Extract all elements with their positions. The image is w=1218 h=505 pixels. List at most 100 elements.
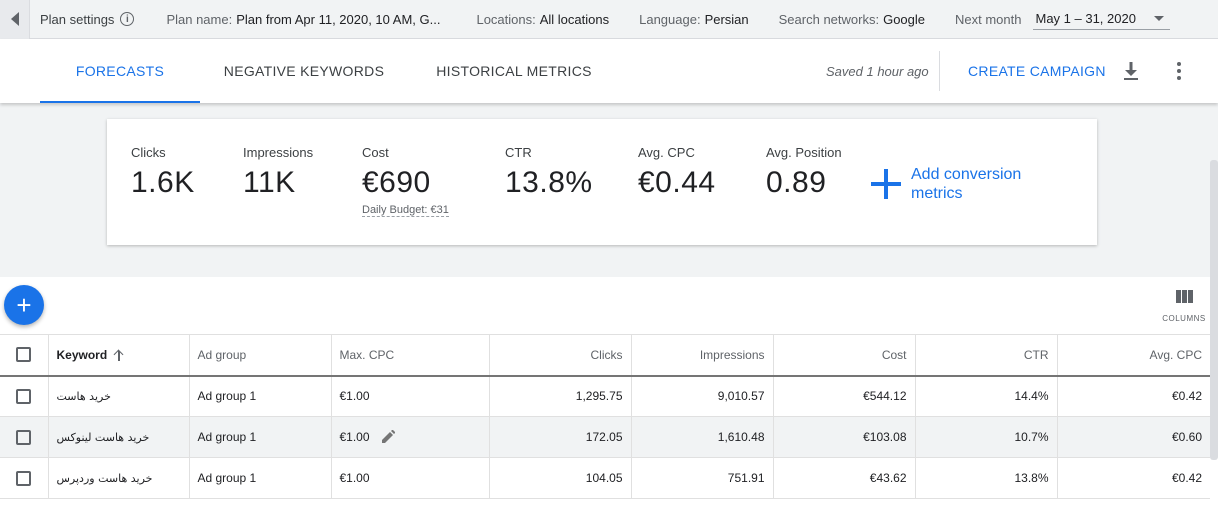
row-checkbox[interactable] (16, 388, 32, 404)
dropdown-caret-icon (1154, 16, 1165, 21)
column-header-max-cpc[interactable]: Max. CPC (331, 334, 490, 376)
info-icon[interactable]: i (120, 12, 135, 26)
add-conversion-line2: metrics (911, 185, 963, 202)
metric-value: €690 (362, 166, 431, 199)
row-select-cell (0, 457, 49, 499)
ad-group-cell: Ad group 1 (189, 375, 332, 417)
ad-group-cell: Ad group 1 (189, 457, 332, 499)
create-campaign-button[interactable]: CREATE CAMPAIGN (958, 59, 1116, 83)
table-row: خرید هاست Ad group 1 €1.00 1,295.75 9,01… (0, 375, 1210, 417)
locations-value: All locations (539, 11, 610, 27)
keyword-cell: خرید هاست (48, 375, 190, 417)
ctr-cell: 14.4% (915, 375, 1058, 417)
metric-avg-position: Avg. Position 0.89 (766, 145, 842, 200)
keyword-forecast-table: Keyword Ad group Max. CPC Clicks Impress… (0, 334, 1210, 499)
max-cpc-cell[interactable]: €1.00 (331, 375, 490, 417)
forecast-summary-card: Clicks 1.6K Impressions 11K Cost €690 Da… (107, 119, 1097, 245)
plan-settings[interactable]: Plan settings i (40, 12, 135, 27)
keyword-text: خرید هاست وردپرس (56, 472, 153, 485)
summary-area: Clicks 1.6K Impressions 11K Cost €690 Da… (0, 103, 1218, 277)
locations-setting[interactable]: Locations: All locations (476, 12, 609, 27)
cost-cell: €544.12 (773, 375, 916, 417)
plan-settings-bar: Plan settings i Plan name: Plan from Apr… (0, 0, 1218, 39)
locations-label: Locations: (476, 11, 536, 27)
add-fab-icon: + (16, 290, 32, 320)
metric-label: Cost (362, 145, 389, 160)
ad-group-cell: Ad group 1 (189, 416, 332, 458)
cost-cell: €103.08 (773, 416, 916, 458)
row-checkbox[interactable] (16, 470, 32, 486)
select-all-checkbox[interactable] (16, 347, 32, 363)
avg-cpc-cell: €0.60 (1171, 430, 1202, 444)
more-vert-icon[interactable] (1170, 61, 1188, 81)
date-range-setting: Next month May 1 – 31, 2020 (955, 8, 1171, 30)
metric-value: 13.8% (505, 166, 593, 199)
tab-historical-metrics[interactable]: HISTORICAL METRICS (424, 39, 604, 103)
metric-clicks: Clicks 1.6K (131, 145, 195, 200)
impressions-cell: 751.91 (631, 457, 774, 499)
metric-impressions: Impressions 11K (243, 145, 313, 200)
search-networks-label: Search networks: (778, 11, 880, 27)
column-header-keyword[interactable]: Keyword (48, 334, 190, 376)
avg-cpc-cell: €0.42 (1171, 389, 1202, 404)
column-header-clicks[interactable]: Clicks (489, 334, 632, 376)
tab-negative-keywords[interactable]: NEGATIVE KEYWORDS (214, 39, 394, 103)
add-keyword-button[interactable]: + (4, 285, 44, 325)
vertical-scrollbar[interactable] (1210, 160, 1218, 460)
select-all-cell (0, 334, 49, 376)
row-select-cell (0, 375, 49, 417)
pencil-icon[interactable] (381, 430, 395, 444)
row-checkbox[interactable] (16, 429, 32, 445)
keyword-text: خرید هاست لینوکس (56, 431, 150, 444)
tab-bar: FORECASTS NEGATIVE KEYWORDS HISTORICAL M… (0, 39, 1218, 103)
table-header-row: Keyword Ad group Max. CPC Clicks Impress… (0, 334, 1210, 376)
keyword-text: خرید هاست (56, 390, 111, 404)
columns-label: COLUMNS (1162, 314, 1206, 323)
metric-value: 1.6K (131, 166, 195, 199)
keyword-header-label: Keyword (56, 347, 108, 362)
impressions-cell: 9,010.57 (631, 375, 774, 417)
table-row: خرید هاست وردپرس Ad group 1 €1.00 104.05… (0, 457, 1210, 499)
column-header-impressions[interactable]: Impressions (631, 334, 774, 376)
add-conversion-metrics-button[interactable]: Add conversion metrics (871, 165, 1021, 203)
columns-icon (1162, 290, 1206, 303)
metric-label: CTR (505, 145, 532, 160)
period-label: Next month (955, 11, 1022, 27)
table-row: خرید هاست لینوکس Ad group 1 €1.00 172.05… (0, 416, 1210, 458)
column-header-ad-group[interactable]: Ad group (189, 334, 332, 376)
search-networks-setting[interactable]: Search networks: Google (779, 12, 925, 27)
metric-value: 0.89 (766, 166, 827, 199)
clicks-cell: 1,295.75 (489, 375, 632, 417)
impressions-cell: 1,610.48 (631, 416, 774, 458)
cost-cell: €43.62 (773, 457, 916, 499)
back-arrow-icon (10, 12, 19, 26)
date-range-select[interactable]: May 1 – 31, 2020 (1033, 8, 1171, 30)
language-setting[interactable]: Language: Persian (639, 12, 749, 27)
max-cpc-cell[interactable]: €1.00 (331, 457, 490, 499)
columns-button[interactable]: COLUMNS (1162, 290, 1206, 323)
metric-label: Avg. CPC (638, 145, 695, 160)
max-cpc-cell[interactable]: €1.00 (331, 416, 490, 458)
column-header-avg-cpc[interactable]: Avg. CPC (1057, 335, 1210, 376)
saved-status: Saved 1 hour ago (826, 64, 929, 79)
keyword-cell: خرید هاست وردپرس (48, 457, 190, 499)
row-select-cell (0, 416, 49, 458)
date-range-value: May 1 – 31, 2020 (1035, 11, 1136, 26)
metric-value: 11K (243, 166, 296, 199)
max-cpc-value: €1.00 (339, 429, 370, 444)
clicks-cell: 172.05 (489, 416, 632, 458)
daily-budget[interactable]: Daily Budget: €31 (362, 204, 449, 217)
metric-avg-cpc: Avg. CPC €0.44 (638, 145, 716, 200)
tab-forecasts[interactable]: FORECASTS (40, 39, 200, 103)
column-header-ctr[interactable]: CTR (915, 334, 1058, 376)
plan-name-setting[interactable]: Plan name: Plan from Apr 11, 2020, 10 AM… (166, 12, 440, 27)
language-value: Persian (704, 11, 749, 27)
collapse-button[interactable] (0, 0, 30, 39)
keyword-cell: خرید هاست لینوکس (48, 416, 190, 458)
download-icon[interactable] (1122, 61, 1140, 81)
metric-label: Impressions (243, 145, 314, 160)
divider (939, 51, 940, 91)
clicks-cell: 104.05 (489, 457, 632, 499)
column-header-cost[interactable]: Cost (773, 334, 916, 376)
plan-name-label: Plan name: (166, 11, 233, 27)
